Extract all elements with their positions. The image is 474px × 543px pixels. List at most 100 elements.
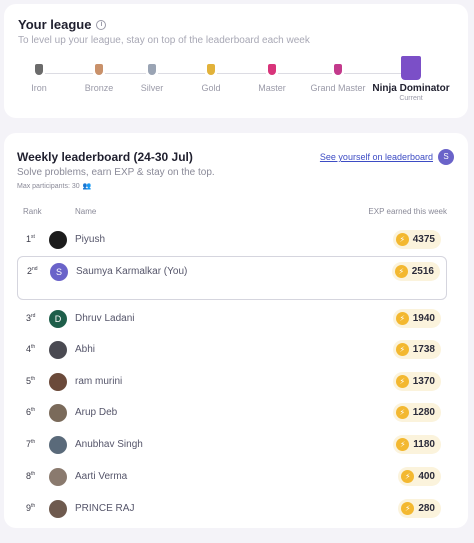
exp-value: 1180 — [413, 439, 435, 450]
tier-label: Grand Master — [310, 83, 366, 93]
exp-column-header: EXP earned this week — [368, 207, 447, 216]
tier-badge-icon — [205, 62, 217, 77]
tier-label: Ninja Dominator — [372, 83, 450, 94]
tier-label: Master — [258, 83, 286, 93]
tier-badge-fill — [35, 64, 43, 75]
avatar[interactable]: D — [49, 310, 67, 328]
participant-name[interactable]: Anubhav Singh — [75, 439, 143, 450]
rank: 2nd — [27, 266, 38, 276]
rank-suffix: th — [31, 407, 36, 413]
tier-label: Silver — [140, 83, 164, 93]
participant-name[interactable]: Abhi — [75, 344, 95, 355]
tier-badge-icon — [401, 56, 421, 80]
lightning-icon: ⚡ — [401, 502, 415, 515]
lightning-icon: ⚡ — [395, 312, 409, 325]
rank-suffix: th — [31, 503, 36, 509]
exp-badge: ⚡ 1280 — [392, 403, 441, 422]
participant-name[interactable]: Piyush — [75, 234, 105, 245]
leaderboard-row[interactable]: 6th Arup Deb ⚡ 1280 — [17, 398, 447, 428]
see-yourself-link[interactable]: See yourself on leaderboard — [320, 152, 433, 162]
leaderboard-row[interactable]: 5th ram murini ⚡ 1370 — [17, 367, 447, 397]
tier-badge-icon — [146, 62, 158, 77]
tier-5: Grand Master — [298, 62, 378, 93]
avatar[interactable] — [49, 436, 67, 454]
league-title-text: Your league — [18, 17, 92, 32]
rank-suffix: rd — [31, 313, 36, 319]
rank: 1st — [26, 234, 35, 244]
lightning-icon: ⚡ — [395, 233, 409, 246]
avatar[interactable] — [49, 404, 67, 422]
league-card: Your league i To level up your league, s… — [4, 4, 468, 118]
avatar[interactable]: S — [50, 263, 68, 281]
lightning-icon: ⚡ — [395, 406, 409, 419]
exp-value: 1738 — [412, 344, 435, 355]
tier-status: Current — [399, 95, 423, 102]
rank-suffix: th — [31, 344, 36, 350]
leaderboard-row[interactable]: 8th Aarti Verma ⚡ 400 — [17, 462, 447, 492]
info-icon[interactable]: i — [96, 19, 107, 30]
lightning-icon: ⚡ — [395, 375, 409, 388]
tier-label: Iron — [31, 83, 47, 93]
rank: 8th — [26, 471, 35, 481]
leaderboard-subtitle: Solve problems, earn EXP & stay on the t… — [17, 167, 215, 178]
avatar[interactable] — [49, 500, 67, 518]
participant-name[interactable]: Arup Deb — [75, 407, 117, 418]
tier-badge-icon — [332, 62, 344, 77]
rank-suffix: st — [31, 234, 35, 240]
lightning-icon: ⚡ — [395, 343, 409, 356]
participant-name[interactable]: Saumya Karmalkar (You) — [76, 266, 187, 277]
lightning-icon: ⚡ — [401, 470, 415, 483]
rank: 5th — [26, 376, 35, 386]
tier-6: Ninja Dominator Current — [371, 56, 451, 102]
max-participants: Max participants: 30 👥 — [17, 182, 91, 191]
current-user-row[interactable]: 2nd S Saumya Karmalkar (You) ⚡ 2516 — [17, 256, 447, 300]
leaderboard-row[interactable]: 9th PRINCE RAJ ⚡ 280 — [17, 494, 447, 524]
tier-badge-fill — [268, 64, 276, 75]
rank: 7th — [26, 439, 35, 449]
exp-value: 2516 — [411, 266, 434, 277]
avatar[interactable] — [49, 341, 67, 359]
leaderboard-row[interactable]: 7th Anubhav Singh ⚡ 1180 — [17, 430, 447, 460]
rank-column-header: Rank — [23, 207, 42, 216]
leaderboard-row[interactable]: 1st Piyush ⚡ 4375 — [17, 225, 447, 255]
exp-value: 280 — [418, 503, 435, 514]
tier-label: Bronze — [84, 83, 114, 93]
avatar[interactable] — [49, 231, 67, 249]
tier-badge-icon — [33, 62, 45, 77]
lightning-icon: ⚡ — [396, 438, 410, 451]
tier-label: Gold — [201, 83, 221, 93]
exp-badge: ⚡ 1940 — [392, 309, 441, 328]
leaderboard-card: Weekly leaderboard (24-30 Jul) Solve pro… — [4, 133, 468, 528]
participant-name[interactable]: Dhruv Ladani — [75, 313, 134, 324]
avatar-initial: D — [54, 314, 62, 324]
tier-badge-fill — [207, 64, 215, 75]
avatar[interactable] — [49, 468, 67, 486]
exp-badge: ⚡ 1370 — [392, 372, 441, 391]
leaderboard-row[interactable]: 3rd D Dhruv Ladani ⚡ 1940 — [17, 304, 447, 334]
rank: 6th — [26, 407, 35, 417]
exp-badge: ⚡ 2516 — [391, 262, 440, 281]
exp-badge: ⚡ 4375 — [392, 230, 441, 249]
leaderboard-row[interactable]: 4th Abhi ⚡ 1738 — [17, 335, 447, 365]
self-avatar[interactable]: S — [438, 149, 454, 165]
participant-name[interactable]: PRINCE RAJ — [75, 503, 134, 514]
exp-value: 400 — [418, 471, 435, 482]
tier-badge-fill — [401, 56, 421, 80]
league-title: Your league i — [18, 17, 107, 32]
tier-badge-icon — [93, 62, 105, 77]
exp-value: 1940 — [412, 313, 435, 324]
tier-badge-fill — [148, 64, 156, 75]
participant-name[interactable]: ram murini — [75, 376, 122, 387]
avatar[interactable] — [49, 373, 67, 391]
lightning-icon: ⚡ — [394, 265, 408, 278]
tier-badge-fill — [95, 64, 103, 75]
rank-suffix: th — [31, 471, 36, 477]
rank-suffix: th — [31, 376, 36, 382]
tier-badge-icon — [266, 62, 278, 77]
participant-name[interactable]: Aarti Verma — [75, 471, 127, 482]
rank: 4th — [26, 344, 35, 354]
league-subtitle: To level up your league, stay on top of … — [18, 35, 310, 46]
rank: 3rd — [26, 313, 35, 323]
rank-suffix: th — [31, 439, 36, 445]
rank-suffix: nd — [32, 266, 38, 272]
